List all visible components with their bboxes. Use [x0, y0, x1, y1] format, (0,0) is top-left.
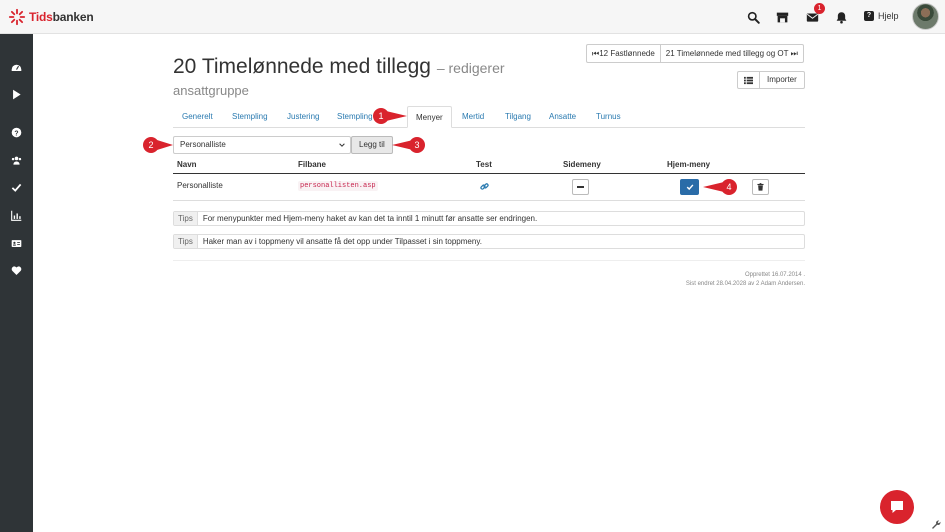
- store-icon[interactable]: [775, 10, 789, 24]
- row-path: personallisten.asp: [298, 181, 378, 191]
- tip-label: Tips: [174, 212, 198, 225]
- callout-1: 1: [373, 108, 407, 124]
- search-icon[interactable]: [746, 10, 760, 24]
- sidebar: ?: [0, 34, 33, 532]
- heart-icon[interactable]: [10, 264, 23, 277]
- page-subtitle: ansattgruppe: [173, 83, 249, 98]
- row-name: Personalliste: [177, 181, 223, 190]
- tab-generelt[interactable]: Generelt: [182, 106, 213, 127]
- help-link[interactable]: ? Hjelp: [864, 11, 899, 21]
- callout-number: 2: [148, 140, 154, 150]
- next-group-button[interactable]: 21 Timelønnede med tillegg og OT ⏭: [659, 45, 803, 62]
- table-row-divider: [173, 200, 805, 201]
- link-icon[interactable]: [480, 182, 489, 191]
- checkmark-icon: [686, 184, 693, 191]
- delete-button[interactable]: [752, 179, 769, 195]
- prev-group-label: 12 Fastlønnede: [599, 49, 655, 58]
- chat-button[interactable]: [880, 490, 914, 524]
- tab-stempling-2[interactable]: Stempling: [337, 106, 373, 127]
- tip-box: Tips Haker man av i toppmeny vil ansatte…: [173, 234, 805, 249]
- tab-bar: Generelt Stempling Justering Stempling M…: [173, 106, 805, 128]
- next-group-label: 21 Timelønnede med tillegg og OT: [665, 49, 789, 58]
- skip-forward-icon: ⏭: [790, 49, 798, 58]
- tab-tilgang[interactable]: Tilgang: [505, 106, 531, 127]
- tab-mertid[interactable]: Mertid: [462, 106, 484, 127]
- top-bar: Tidsbanken 1 ? Hjelp: [0, 0, 945, 34]
- tip-label: Tips: [174, 235, 198, 248]
- help-label: Hjelp: [878, 11, 899, 21]
- callout-4: 4: [703, 179, 738, 195]
- callout-number: 1: [378, 111, 384, 121]
- footer-divider: [173, 260, 805, 261]
- minus-icon: [577, 186, 584, 188]
- dashboard-icon[interactable]: [10, 61, 23, 74]
- chevron-down-icon: [339, 143, 345, 147]
- import-button[interactable]: Importer: [760, 72, 804, 88]
- tip-text: Haker man av i toppmeny vil ansatte få d…: [202, 237, 482, 246]
- tip-box: Tips For menypunkter med Hjem-meny haket…: [173, 211, 805, 226]
- import-group: Importer: [737, 71, 805, 89]
- tab-turnus[interactable]: Turnus: [596, 106, 621, 127]
- tab-menyer[interactable]: Menyer: [407, 106, 452, 128]
- menu-select-value: Personalliste: [180, 140, 226, 149]
- column-header-sidemeny: Sidemeny: [563, 160, 601, 169]
- bell-icon[interactable]: [834, 10, 848, 24]
- wrench-icon[interactable]: [931, 519, 941, 529]
- group-navigation: ⏮12 Fastlønnede 21 Timelønnede med tille…: [586, 44, 804, 63]
- logo-text: Tidsbanken: [29, 10, 94, 24]
- tip-text: For menypunkter med Hjem-meny haket av k…: [202, 214, 538, 223]
- prev-group-button[interactable]: ⏮12 Fastlønnede: [587, 45, 660, 62]
- created-info: Opprettet 16.07.2014 .: [744, 272, 805, 278]
- table-header-divider: [173, 173, 805, 174]
- chart-icon[interactable]: [10, 209, 23, 222]
- page-title-suffix: – redigerer: [436, 60, 505, 76]
- play-icon[interactable]: [10, 88, 23, 101]
- avatar[interactable]: [912, 3, 939, 30]
- tab-stempling[interactable]: Stempling: [232, 106, 268, 127]
- changed-info: Sist endret 28.04.2028 av 2 Adam Anderse…: [685, 281, 805, 287]
- sidemeny-toggle-button[interactable]: [572, 179, 589, 195]
- hjem-meny-toggle-button[interactable]: [680, 179, 699, 195]
- list-icon[interactable]: [738, 72, 760, 88]
- id-card-icon[interactable]: [10, 237, 23, 250]
- help-icon: ?: [864, 11, 874, 21]
- logo-icon: [8, 8, 26, 26]
- menu-select[interactable]: Personalliste: [173, 136, 351, 154]
- svg-text:?: ?: [14, 130, 18, 137]
- callout-number: 3: [414, 140, 420, 150]
- chat-icon: [891, 501, 903, 513]
- tab-justering[interactable]: Justering: [287, 106, 319, 127]
- column-header-filbane: Filbane: [298, 160, 327, 169]
- mail-badge: 1: [814, 3, 825, 14]
- trash-icon: [757, 183, 764, 191]
- column-header-test: Test: [476, 160, 492, 169]
- question-icon[interactable]: ?: [10, 126, 23, 139]
- add-menu-button[interactable]: Legg til: [351, 136, 393, 154]
- tab-ansatte[interactable]: Ansatte: [549, 106, 576, 127]
- check-icon[interactable]: [10, 181, 23, 194]
- column-header-hjem-meny: Hjem-meny: [667, 160, 711, 169]
- column-header-navn: Navn: [177, 160, 197, 169]
- callout-number: 4: [726, 182, 732, 192]
- page-title-text: 20 Timelønnede med tillegg: [173, 55, 431, 78]
- callout-3: 3: [392, 137, 427, 153]
- logo[interactable]: Tidsbanken: [8, 8, 94, 26]
- users-icon[interactable]: [10, 154, 23, 167]
- callout-2: 2: [140, 137, 173, 153]
- page-title: 20 Timelønnede med tillegg – redigerer: [173, 55, 505, 79]
